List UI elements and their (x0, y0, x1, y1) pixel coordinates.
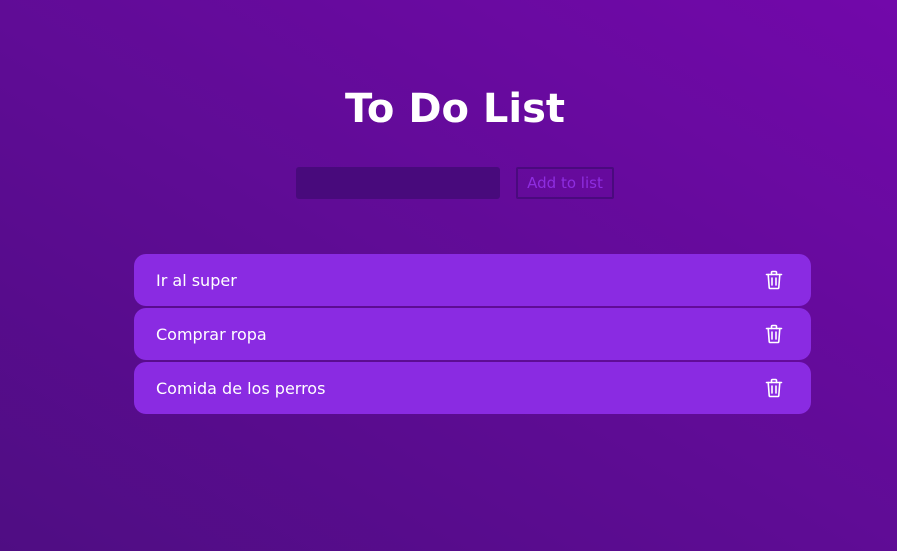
todo-item: Comprar ropa (134, 308, 811, 360)
trash-icon (765, 324, 783, 344)
add-task-form: Add to list (296, 167, 614, 199)
delete-button[interactable] (763, 376, 785, 400)
todo-text: Ir al super (156, 270, 237, 290)
page-title: To Do List (344, 85, 566, 132)
delete-button[interactable] (763, 322, 785, 346)
delete-button[interactable] (763, 268, 785, 292)
todo-item: Ir al super (134, 254, 811, 306)
trash-icon (765, 378, 783, 398)
task-input[interactable] (296, 167, 500, 199)
todo-list: Ir al super Comprar ropa Comida de los p… (134, 254, 811, 416)
add-to-list-button[interactable]: Add to list (516, 167, 614, 199)
todo-text: Comida de los perros (156, 378, 326, 398)
todo-text: Comprar ropa (156, 324, 267, 344)
todo-item: Comida de los perros (134, 362, 811, 414)
trash-icon (765, 270, 783, 290)
